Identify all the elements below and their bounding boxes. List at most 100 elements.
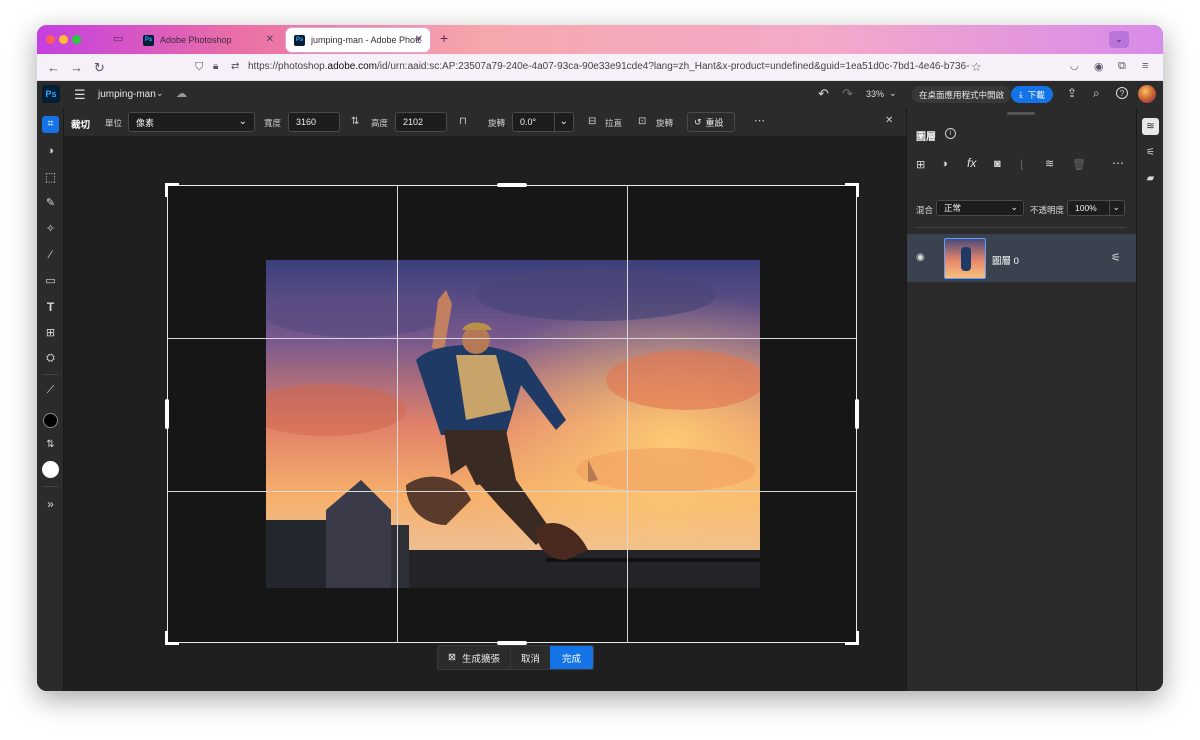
more-options-icon[interactable]: ⋯: [1112, 156, 1124, 170]
bookmark-star-icon[interactable]: ☆: [971, 60, 982, 74]
layer-properties-icon[interactable]: ⚟: [1111, 251, 1121, 264]
new-tab-icon[interactable]: +: [440, 30, 448, 46]
zoom-chevron-icon[interactable]: ⌄: [889, 88, 897, 99]
crop-tool-icon[interactable]: ⌗: [42, 116, 59, 133]
info-icon[interactable]: i: [945, 128, 956, 139]
reload-icon[interactable]: ↻: [94, 60, 105, 76]
rotate-button[interactable]: 旋轉: [656, 117, 673, 129]
generative-expand-button[interactable]: ⊠ 生成擴張: [438, 646, 511, 669]
share-icon[interactable]: ⇪: [1067, 86, 1077, 100]
minimize-window-button[interactable]: [59, 35, 68, 44]
crop-frame[interactable]: [167, 185, 857, 643]
visibility-eye-icon[interactable]: ◉: [916, 252, 925, 263]
delete-layer-icon[interactable]: 🗑︎: [1072, 158, 1086, 171]
tab-jumping-man[interactable]: Ps jumping-man - Adobe Photosho ✕: [286, 28, 430, 52]
expand-toolbar-icon[interactable]: »: [42, 495, 59, 512]
zoom-window-button[interactable]: [72, 35, 81, 44]
close-window-button[interactable]: [46, 35, 55, 44]
layer-stack-icon[interactable]: ≋: [1045, 157, 1054, 170]
close-tab-icon[interactable]: ✕: [266, 34, 274, 45]
photoshop-logo[interactable]: Ps: [42, 85, 60, 103]
layers-panel-icon[interactable]: ≋: [1142, 118, 1159, 135]
add-layer-icon[interactable]: ⊞: [916, 158, 925, 171]
open-in-desktop-button[interactable]: 在桌面應用程式中開啟: [912, 86, 1012, 103]
done-button[interactable]: 完成: [550, 646, 594, 669]
back-icon[interactable]: ←: [47, 60, 60, 75]
healing-brush-icon[interactable]: ✧: [42, 220, 59, 237]
divider: [916, 227, 1126, 228]
pocket-icon[interactable]: ◡: [1070, 61, 1079, 72]
comments-panel-icon[interactable]: ▰: [1142, 170, 1159, 187]
place-image-icon[interactable]: ⊞: [42, 324, 59, 341]
mask-icon[interactable]: ◙: [994, 158, 1001, 170]
panel-drag-handle[interactable]: [1007, 112, 1035, 115]
permissions-icon[interactable]: ⇄: [231, 61, 239, 72]
straighten-icon[interactable]: ⊟: [588, 116, 596, 127]
swap-dimensions-icon[interactable]: ⇅: [351, 116, 359, 127]
list-tabs-icon[interactable]: ⌄: [1109, 31, 1129, 48]
canvas-area[interactable]: ⊠ 生成擴張 取消 完成: [64, 136, 906, 691]
straighten-button[interactable]: 拉直: [605, 117, 622, 129]
crop-handle-bottom-left[interactable]: [165, 631, 179, 645]
tool-name: 裁切: [71, 120, 91, 131]
close-tab-icon[interactable]: ✕: [415, 34, 423, 45]
unit-select[interactable]: 像素 ⌄: [128, 112, 255, 132]
background-color-swatch[interactable]: [42, 461, 59, 478]
extensions-icon[interactable]: ⧉: [1118, 60, 1126, 73]
crop-handle-top-right[interactable]: [845, 183, 859, 197]
crop-handle-top[interactable]: [497, 183, 527, 187]
generative-fill-icon[interactable]: ⛭: [42, 350, 59, 367]
height-input[interactable]: 2102: [395, 112, 447, 132]
rotate-input[interactable]: 0.0° ⌄: [512, 112, 574, 132]
crop-handle-right[interactable]: [855, 399, 859, 429]
panel-title: 圖層: [916, 132, 936, 143]
zoom-level[interactable]: 33%: [866, 89, 884, 99]
selection-tool-icon[interactable]: ⬚: [42, 168, 59, 185]
forward-icon[interactable]: →: [70, 60, 83, 75]
layer-row[interactable]: ◉ 圖層 0 ⚟: [907, 234, 1136, 282]
close-options-icon[interactable]: ✕: [885, 115, 893, 126]
blend-mode-select[interactable]: 正常 ⌄: [936, 200, 1024, 216]
more-options-icon[interactable]: ⋯: [754, 114, 765, 127]
shape-tool-icon[interactable]: ▭: [42, 272, 59, 289]
adjustments-panel-icon[interactable]: ⚟: [1142, 144, 1159, 161]
tab-overview-icon[interactable]: ▭: [113, 32, 123, 45]
rotate-icon[interactable]: ⊡: [638, 116, 646, 127]
redo-icon[interactable]: ↷: [842, 86, 853, 102]
clip-icon[interactable]: ⌊: [1020, 158, 1024, 171]
quick-select-icon[interactable]: ✎: [42, 194, 59, 211]
document-name[interactable]: jumping-man: [98, 89, 156, 100]
menu-icon[interactable]: ≡: [1142, 60, 1148, 72]
width-input[interactable]: 3160: [288, 112, 340, 132]
opacity-input[interactable]: 100% ⌄: [1067, 200, 1125, 216]
chevron-down-icon[interactable]: ⌄: [156, 88, 164, 99]
swap-colors-icon[interactable]: ⇅: [42, 436, 59, 453]
url-field[interactable]: https://photoshop.adobe.com/id/urn:aaid:…: [248, 61, 970, 72]
help-icon[interactable]: ?: [1116, 87, 1128, 99]
crop-handle-top-left[interactable]: [165, 183, 179, 197]
eyedropper-icon[interactable]: ⟋: [42, 382, 59, 399]
lock-aspect-icon[interactable]: ⊓: [459, 116, 467, 127]
shield-icon[interactable]: ⛉: [195, 61, 203, 74]
layer-name[interactable]: 圖層 0: [992, 253, 1019, 267]
avatar[interactable]: [1138, 85, 1156, 103]
tab-adobe-photoshop[interactable]: Ps Adobe Photoshop ✕: [135, 28, 281, 52]
lock-icon[interactable]: 🔒︎: [213, 61, 218, 72]
adjustment-brush-icon[interactable]: ◑: [42, 142, 59, 159]
fx-icon[interactable]: fx: [967, 156, 976, 170]
reset-button[interactable]: ↺ 重設: [687, 112, 735, 132]
height-label: 高度: [371, 118, 389, 128]
adjustment-layer-icon[interactable]: ◑: [941, 158, 948, 170]
undo-icon[interactable]: ↶: [818, 86, 829, 102]
cancel-button[interactable]: 取消: [511, 646, 550, 669]
search-icon[interactable]: ⌕: [1093, 86, 1100, 101]
brush-tool-icon[interactable]: ⁄: [42, 246, 59, 263]
foreground-color-swatch[interactable]: [43, 413, 58, 428]
account-icon[interactable]: ◉: [1094, 60, 1104, 73]
tools-panel: ⌗ ◑ ⬚ ✎ ✧ ⁄ ▭ T ⊞ ⛭ ⟋ ⇅ »: [37, 108, 64, 691]
download-button[interactable]: ⤓ 下載: [1011, 86, 1053, 103]
type-tool-icon[interactable]: T: [42, 298, 59, 315]
hamburger-menu-icon[interactable]: ☰: [74, 87, 86, 103]
crop-handle-left[interactable]: [165, 399, 169, 429]
crop-handle-bottom-right[interactable]: [845, 631, 859, 645]
